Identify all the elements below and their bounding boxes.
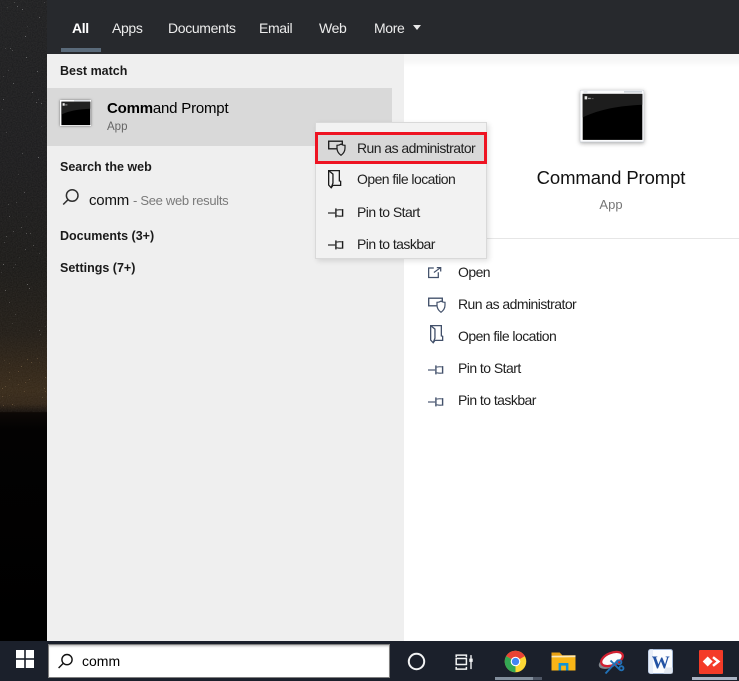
svg-text:W: W (652, 653, 670, 673)
